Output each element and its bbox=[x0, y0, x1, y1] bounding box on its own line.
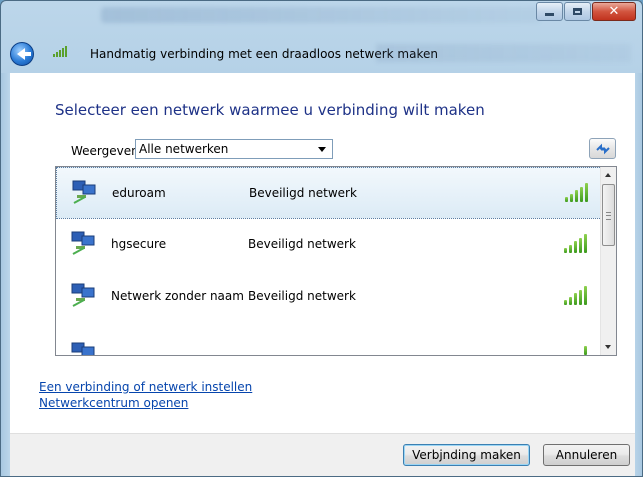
grip-icon bbox=[606, 212, 611, 220]
signal-strength-icon bbox=[564, 233, 587, 253]
network-security: Beveiligd netwerk bbox=[248, 237, 356, 251]
page-title: Selecteer een netwerk waarmee u verbindi… bbox=[55, 101, 485, 119]
network-computer-icon bbox=[72, 180, 96, 204]
maximize-icon bbox=[573, 8, 582, 15]
minimize-button[interactable] bbox=[536, 2, 563, 21]
button-bar: Verbjnding maken Annuleren bbox=[10, 433, 635, 476]
scroll-down-icon[interactable] bbox=[605, 345, 611, 349]
signal-strength-icon bbox=[565, 182, 588, 202]
network-row-eduroam[interactable]: eduroam Beveiligd netwerk bbox=[56, 167, 602, 219]
vertical-scrollbar[interactable] bbox=[600, 167, 616, 355]
network-row-hgsecure[interactable]: hgsecure Beveiligd netwerk bbox=[56, 219, 602, 271]
title-bar-blurred-text bbox=[101, 7, 541, 23]
refresh-icon bbox=[595, 143, 610, 154]
network-name: eduroam bbox=[112, 186, 166, 200]
nav-row: Handmatig verbinding met een draadloos n… bbox=[1, 33, 642, 73]
left-frame bbox=[1, 73, 10, 476]
back-arrow-icon bbox=[17, 48, 31, 60]
caption-buttons: ✕ bbox=[536, 2, 636, 21]
network-security: Beveiligd netwerk bbox=[249, 186, 357, 200]
network-computer-icon bbox=[71, 231, 95, 255]
back-button[interactable] bbox=[10, 42, 34, 66]
close-icon: ✕ bbox=[608, 4, 620, 19]
signal-strength-icon bbox=[564, 285, 587, 305]
show-label: Weergeven: bbox=[71, 144, 143, 158]
network-computer-icon bbox=[71, 342, 95, 355]
cancel-button[interactable]: Annuleren bbox=[543, 444, 630, 466]
connect-button[interactable]: Verbjnding maken bbox=[403, 444, 530, 466]
network-center-link[interactable]: Netwerkcentrum openen bbox=[39, 396, 188, 410]
minimize-icon bbox=[545, 13, 554, 16]
network-list: eduroam Beveiligd netwerk hgsecure Bevei… bbox=[55, 166, 617, 356]
network-name: hgsecure bbox=[111, 237, 167, 251]
content-area: Selecteer een netwerk waarmee u verbindi… bbox=[10, 73, 635, 433]
wireless-signal-icon bbox=[53, 45, 67, 57]
show-filter-value: Alle netwerken bbox=[139, 142, 229, 156]
dialog-window: ✕ Handmatig verbinding met een draadloos… bbox=[0, 0, 643, 477]
scroll-thumb[interactable] bbox=[602, 184, 615, 246]
setup-connection-link[interactable]: Een verbinding of netwerk instellen bbox=[39, 380, 252, 394]
network-computer-icon bbox=[71, 283, 95, 307]
network-row-unnamed[interactable]: Netwerk zonder naam Beveiligd netwerk bbox=[56, 271, 602, 323]
chevron-down-icon bbox=[318, 147, 326, 152]
refresh-button[interactable] bbox=[589, 138, 616, 159]
network-security: Beveiligd netwerk bbox=[248, 289, 356, 303]
maximize-button[interactable] bbox=[564, 2, 591, 21]
network-row-partial[interactable] bbox=[56, 323, 602, 355]
show-filter-dropdown[interactable]: Alle netwerken bbox=[135, 139, 333, 159]
network-name: Netwerk zonder naam bbox=[111, 289, 244, 303]
close-button[interactable]: ✕ bbox=[592, 2, 636, 21]
scroll-up-icon[interactable] bbox=[605, 173, 611, 177]
nav-blurred-text bbox=[376, 44, 631, 62]
signal-strength-icon bbox=[564, 345, 587, 355]
